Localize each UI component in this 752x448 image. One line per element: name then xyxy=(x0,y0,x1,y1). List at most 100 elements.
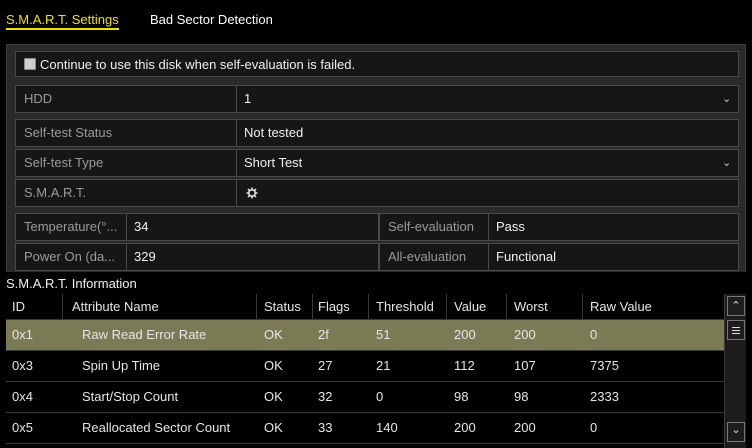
temperature-row: Temperature(°... 34 xyxy=(15,213,379,241)
table-cell: 33 xyxy=(318,420,333,435)
self-test-type-label: Self-test Type xyxy=(24,155,104,170)
chevron-down-icon[interactable]: ⌄ xyxy=(727,422,745,442)
continue-checkbox[interactable] xyxy=(24,58,36,70)
col-divider xyxy=(368,294,369,320)
table-row[interactable]: 0x4 Start/Stop Count OK 32 0 98 98 2333 xyxy=(6,382,724,413)
table-cell: 0x5 xyxy=(12,420,33,435)
power-on-label: Power On (da... xyxy=(24,249,116,264)
smart-info-title: S.M.A.R.T. Information xyxy=(6,276,137,291)
table-cell: 27 xyxy=(318,358,333,373)
table-cell: 200 xyxy=(514,420,536,435)
table-cell: 21 xyxy=(376,358,391,373)
table-cell: 200 xyxy=(454,420,476,435)
table-cell: 98 xyxy=(454,389,469,404)
smart-info-table: ID Attribute Name Status Flags Threshold… xyxy=(6,294,746,448)
continue-checkbox-label: Continue to use this disk when self-eval… xyxy=(40,57,356,72)
table-cell: 0x1 xyxy=(12,327,33,342)
table-row[interactable]: 0x5 Reallocated Sector Count OK 33 140 200 200… xyxy=(6,413,724,444)
table-cell: 2333 xyxy=(590,389,619,404)
table-cell: 51 xyxy=(376,327,391,342)
table-cell: Spin Up Time xyxy=(82,358,161,373)
chevron-down-icon[interactable]: ⌄ xyxy=(722,150,731,176)
self-evaluation-label: Self-evaluation xyxy=(388,219,474,234)
all-evaluation-row: All-evaluation Functional xyxy=(379,243,739,271)
all-evaluation-value: Functional xyxy=(496,249,556,264)
table-cell: 112 xyxy=(454,358,475,373)
col-divider xyxy=(62,294,63,320)
smart-info-band: S.M.A.R.T. Information xyxy=(0,272,752,294)
col-header-attribute: Attribute Name xyxy=(72,299,159,314)
table-body: 0x1 Raw Read Error Rate OK 2f 51 200 200 0 0x3 Sp… xyxy=(6,320,724,448)
divider xyxy=(126,244,127,270)
chevron-down-icon[interactable]: ⌄ xyxy=(722,86,731,112)
table-cell: 7375 xyxy=(590,358,619,373)
smart-row: S.M.A.R.T. xyxy=(15,179,739,207)
table-cell: Start/Stop Count xyxy=(82,389,179,404)
col-header-id: ID xyxy=(12,299,25,314)
self-test-type-row: Self-test Type Short Test ⌄ xyxy=(15,149,739,177)
table-cell: 107 xyxy=(514,358,536,373)
table-header: ID Attribute Name Status Flags Threshold… xyxy=(6,294,724,320)
col-divider xyxy=(256,294,257,320)
grip-icon[interactable] xyxy=(727,320,745,340)
table-cell: OK xyxy=(264,358,283,373)
table-cell: 0x4 xyxy=(12,389,33,404)
table-cell: OK xyxy=(264,327,283,342)
divider xyxy=(126,214,127,240)
table-cell: 0x3 xyxy=(12,358,33,373)
power-on-value: 329 xyxy=(134,249,156,264)
tab-bar: S.M.A.R.T. Settings Bad Sector Detection xyxy=(0,0,752,34)
col-divider xyxy=(446,294,447,320)
gear-icon[interactable] xyxy=(246,187,258,199)
table-cell: 0 xyxy=(590,327,598,342)
col-divider xyxy=(312,294,313,320)
tab-smart-settings[interactable]: S.M.A.R.T. Settings xyxy=(6,10,119,30)
table-cell: Reallocated Sector Count xyxy=(82,420,231,435)
smart-label: S.M.A.R.T. xyxy=(24,185,87,200)
self-evaluation-row: Self-evaluation Pass xyxy=(379,213,739,241)
divider xyxy=(488,214,489,240)
table-scrollbar[interactable]: ⌃ ⌄ xyxy=(724,294,746,448)
self-test-status-value: Not tested xyxy=(244,125,304,140)
table-row[interactable]: 0x1 Raw Read Error Rate OK 2f 51 200 200 0 xyxy=(6,320,724,351)
tab-bad-sector-detection[interactable]: Bad Sector Detection xyxy=(150,10,273,30)
self-test-status-row: Self-test Status Not tested xyxy=(15,119,739,147)
row-divider xyxy=(6,443,724,444)
table-row[interactable]: 0x3 Spin Up Time OK 27 21 112 107 7375 xyxy=(6,351,724,382)
table-cell: 0 xyxy=(376,389,384,404)
power-on-row: Power On (da... 329 xyxy=(15,243,379,271)
divider xyxy=(236,86,237,112)
divider xyxy=(488,244,489,270)
chevron-up-icon[interactable]: ⌃ xyxy=(727,296,745,316)
self-test-status-label: Self-test Status xyxy=(24,125,113,140)
col-divider xyxy=(582,294,583,320)
col-divider xyxy=(506,294,507,320)
table-cell: Raw Read Error Rate xyxy=(82,327,207,342)
divider xyxy=(236,120,237,146)
all-evaluation-label: All-evaluation xyxy=(388,249,467,264)
table-cell: OK xyxy=(264,420,283,435)
table-cell: 98 xyxy=(514,389,529,404)
self-test-type-select[interactable]: Short Test xyxy=(238,150,302,176)
self-evaluation-value: Pass xyxy=(496,219,525,234)
temperature-label: Temperature(°... xyxy=(24,219,118,234)
table-cell: 32 xyxy=(318,389,333,404)
table-cell: 2f xyxy=(318,327,329,342)
divider xyxy=(236,180,237,206)
col-header-flags: Flags xyxy=(318,299,350,314)
table-cell: 140 xyxy=(376,420,398,435)
table-cell: 0 xyxy=(590,420,598,435)
col-header-threshold: Threshold xyxy=(376,299,434,314)
table-cell: OK xyxy=(264,389,283,404)
divider xyxy=(236,150,237,176)
temperature-value: 34 xyxy=(134,219,149,234)
continue-checkbox-row[interactable]: Continue to use this disk when self-eval… xyxy=(15,51,739,77)
col-header-status: Status xyxy=(264,299,301,314)
col-header-raw-value: Raw Value xyxy=(590,299,652,314)
col-header-worst: Worst xyxy=(514,299,548,314)
col-header-value: Value xyxy=(454,299,487,314)
hdd-row: HDD 1 ⌄ xyxy=(15,85,739,113)
hdd-label: HDD xyxy=(24,91,53,106)
table-cell: 200 xyxy=(454,327,476,342)
hdd-select[interactable]: 1 xyxy=(238,86,251,112)
